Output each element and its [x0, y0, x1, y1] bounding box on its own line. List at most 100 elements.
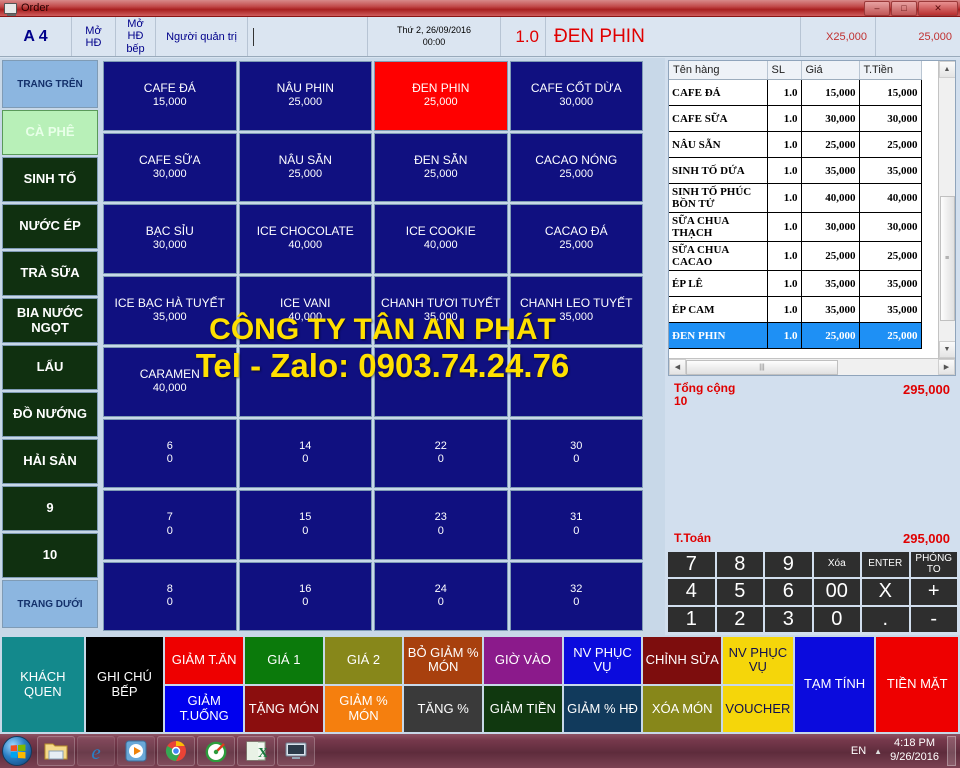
order-vertical-scrollbar[interactable]: ▲ ≡ ▼: [938, 61, 955, 358]
open-invoice-button[interactable]: Mở HĐ: [72, 17, 116, 56]
horizontal-scroll-thumb[interactable]: |||: [686, 359, 838, 375]
product-button[interactable]: CAFE ĐÁ 15,000: [103, 61, 237, 131]
scroll-right-icon[interactable]: ▶: [938, 359, 955, 375]
keypad-key[interactable]: ENTER: [862, 552, 909, 578]
order-row[interactable]: SINH TỐ DỨA 1.0 35,000 35,000: [669, 157, 922, 184]
scroll-up-icon[interactable]: ▲: [938, 61, 955, 78]
order-row[interactable]: ÉP LÊ 1.0 35,000 35,000: [669, 270, 922, 297]
tray-expand-icon[interactable]: ▲: [874, 747, 882, 756]
action-button[interactable]: KHÁCH QUEN: [2, 637, 84, 732]
order-row[interactable]: SỮA CHUA THẠCH 1.0 30,000 30,000: [669, 212, 922, 242]
folder-explorer-icon[interactable]: [37, 736, 75, 766]
action-button[interactable]: GIỜ VÀO: [484, 637, 562, 684]
show-desktop-button[interactable]: [947, 736, 956, 766]
action-button[interactable]: NV PHỤC VỤ: [723, 637, 793, 684]
minimize-button[interactable]: –: [864, 0, 890, 16]
product-button[interactable]: CHANH LEO TUYẾT 35,000: [509, 275, 643, 345]
sidebar-item[interactable]: TRANG TRÊN: [2, 60, 98, 108]
order-column-header[interactable]: Giá: [801, 61, 860, 80]
order-row[interactable]: SỮA CHUA CACAO 1.0 25,000 25,000: [669, 241, 922, 271]
product-button[interactable]: CACAO ĐÁ 25,000: [509, 204, 643, 274]
scroll-left-icon[interactable]: ◀: [669, 359, 686, 375]
product-button[interactable]: CAFE SỮA 30,000: [103, 132, 237, 202]
sidebar-item[interactable]: TRANG DƯỚI: [2, 580, 98, 628]
product-button[interactable]: 14 0: [238, 418, 372, 488]
order-row[interactable]: SINH TỐ PHÚC BỒN TỬ 1.0 40,000 40,000: [669, 183, 922, 213]
sidebar-item[interactable]: 9: [2, 486, 98, 531]
order-column-header[interactable]: T.Tiền: [859, 61, 922, 80]
scroll-down-icon[interactable]: ▼: [938, 341, 955, 358]
keypad-key[interactable]: 3: [765, 606, 812, 632]
product-button[interactable]: 23 0: [374, 490, 508, 560]
keypad-key[interactable]: 5: [716, 579, 763, 605]
product-button[interactable]: 80: [103, 561, 237, 631]
product-button[interactable]: ICE VANI 40,000: [238, 275, 372, 345]
product-button[interactable]: ICE CHOCOLATE 40,000: [238, 204, 372, 274]
action-button[interactable]: TIỀN MẶT: [876, 637, 959, 732]
start-button-icon[interactable]: [2, 736, 32, 766]
order-row[interactable]: ĐEN PHIN 1.0 25,000 25,000: [669, 322, 922, 349]
product-button[interactable]: CACAO NÓNG 25,000: [509, 132, 643, 202]
product-button[interactable]: 32 0: [509, 561, 643, 631]
product-button[interactable]: CARAMEN 40,000: [103, 347, 237, 417]
keypad-key[interactable]: 4: [668, 579, 715, 605]
language-indicator[interactable]: EN: [851, 745, 866, 757]
search-input[interactable]: [248, 17, 368, 56]
internet-explorer-icon[interactable]: e: [77, 736, 115, 766]
sidebar-item[interactable]: HẢI SẢN: [2, 439, 98, 484]
keypad-key[interactable]: 7: [668, 552, 715, 578]
product-button[interactable]: 16 0: [238, 561, 372, 631]
product-button[interactable]: 31 0: [509, 490, 643, 560]
action-button[interactable]: NV PHỤC VỤ: [563, 637, 642, 684]
product-button[interactable]: 70: [103, 490, 237, 560]
keypad-key[interactable]: 0: [813, 606, 860, 632]
product-button[interactable]: 15 0: [238, 490, 372, 560]
product-button[interactable]: ICE BẠC HÀ TUYẾT 35,000: [103, 275, 237, 345]
action-button[interactable]: GIẢM % MÓN: [324, 685, 403, 732]
chrome-icon[interactable]: [157, 736, 195, 766]
order-row[interactable]: CAFE ĐÁ 1.0 15,000 15,000: [669, 79, 922, 106]
order-row[interactable]: ÉP CAM 1.0 35,000 35,000: [669, 296, 922, 323]
product-button[interactable]: ĐEN PHIN 25,000: [374, 61, 508, 131]
action-button[interactable]: GIẢM TIỀN: [484, 685, 562, 732]
sidebar-item[interactable]: BIA NƯỚC NGỌT: [2, 298, 98, 343]
sidebar-item[interactable]: SINH TỐ: [2, 157, 98, 202]
vertical-scroll-thumb[interactable]: ≡: [939, 196, 955, 321]
keypad-key[interactable]: 6: [765, 579, 812, 605]
action-button[interactable]: TĂNG %: [404, 685, 483, 732]
keypad-key[interactable]: 2: [716, 606, 763, 632]
sidebar-item[interactable]: ĐỒ NƯỚNG: [2, 392, 98, 437]
keypad-key[interactable]: .: [862, 606, 909, 632]
product-button[interactable]: CAFE CỐT DỪA 30,000: [509, 61, 643, 131]
order-column-header[interactable]: SL: [767, 61, 802, 80]
keypad-key[interactable]: +: [910, 579, 957, 605]
close-button[interactable]: ✕: [918, 0, 958, 16]
product-button[interactable]: 24 0: [374, 561, 508, 631]
order-row[interactable]: CAFE SỮA 1.0 30,000 30,000: [669, 105, 922, 132]
action-button[interactable]: GIẢM % HĐ: [563, 685, 642, 732]
product-button[interactable]: ĐEN SẴN 25,000: [374, 132, 508, 202]
keypad-key[interactable]: 9: [765, 552, 812, 578]
action-button[interactable]: GIÁ 1: [245, 637, 323, 684]
product-button[interactable]: 22 0: [374, 418, 508, 488]
action-button[interactable]: VOUCHER: [723, 685, 793, 732]
action-button[interactable]: BỎ GIẢM % MÓN: [404, 637, 483, 684]
keypad-key[interactable]: Xóa: [813, 552, 860, 578]
product-button[interactable]: 60: [103, 418, 237, 488]
sidebar-item[interactable]: TRÀ SỮA: [2, 251, 98, 296]
action-button[interactable]: TẠM TÍNH: [794, 637, 875, 732]
sidebar-item[interactable]: 10: [2, 533, 98, 578]
action-button[interactable]: CHỈNH SỬA: [643, 637, 722, 684]
keypad-key[interactable]: X: [862, 579, 909, 605]
maximize-button[interactable]: □: [891, 0, 917, 16]
action-button[interactable]: TẶNG MÓN: [245, 685, 323, 732]
product-button[interactable]: NÂU PHIN 25,000: [238, 61, 372, 131]
nero-icon[interactable]: [197, 736, 235, 766]
sidebar-item[interactable]: CÀ PHÊ: [2, 110, 98, 155]
sidebar-item[interactable]: LẨU: [2, 345, 98, 390]
keypad-key[interactable]: -: [910, 606, 957, 632]
media-player-icon[interactable]: [117, 736, 155, 766]
keypad-key[interactable]: 8: [716, 552, 763, 578]
order-horizontal-scrollbar[interactable]: ◀ ||| ▶: [669, 358, 955, 375]
keypad-key[interactable]: 1: [668, 606, 715, 632]
